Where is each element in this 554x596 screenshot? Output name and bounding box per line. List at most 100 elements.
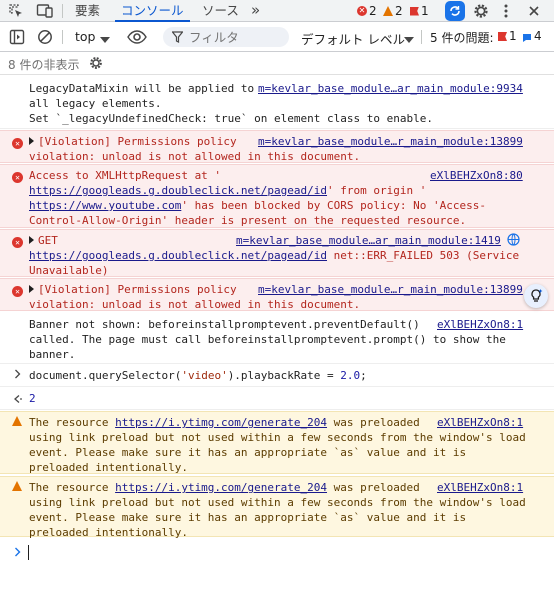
log-levels-label: デフォルト レベル (301, 32, 405, 47)
message-text: called. The page must call beforeinstall… (29, 333, 506, 346)
message-text: The resource (29, 416, 116, 429)
info-icon (522, 32, 532, 46)
context-selector[interactable]: top (75, 29, 95, 44)
message-text: all legacy elements. (29, 97, 162, 110)
error-message: ✕ [Violation] Permissions policy violati… (0, 278, 554, 311)
text-cursor (28, 545, 29, 560)
close-icon[interactable] (527, 4, 541, 21)
message-text: violation: unload is not allowed in this… (29, 298, 361, 311)
context-label: top (75, 29, 96, 44)
result-value: 2 (29, 392, 36, 405)
message-text: Set `_legacyUndefinedCheck: true` on ele… (29, 112, 433, 125)
console-toolbar: top デフォルト レベル 5 件の問題: 1 4 (0, 22, 554, 52)
error-icon: ✕ (12, 135, 23, 150)
command-number: 2.0 (340, 369, 361, 382)
filter-icon (171, 31, 184, 46)
error-icon: ✕ (12, 283, 23, 298)
tab-console[interactable]: コンソール (115, 0, 189, 22)
url-link[interactable]: https://www.youtube.com (29, 199, 181, 212)
error-count-badge[interactable]: ✕ 2 (357, 3, 377, 19)
toolbar-divider (421, 30, 422, 44)
message-text: using link preload but not used within a… (29, 431, 526, 444)
more-tabs-button[interactable]: » (251, 0, 260, 22)
error-count: 2 (369, 4, 377, 18)
warning-count: 2 (395, 4, 403, 18)
source-link[interactable]: eXlBEHZxOn8:80 (430, 168, 523, 183)
command-text: ; (360, 369, 367, 382)
devtools-tabbar: 要素 コンソール ソース » ✕ 2 2 1 (0, 0, 554, 22)
source-link[interactable]: m=kevlar_base_module…ar_main_module:9934 (258, 81, 523, 96)
network-globe-icon[interactable] (507, 233, 520, 250)
message-text: Control-Allow-Origin' header is present … (29, 214, 467, 227)
chevron-down-icon[interactable] (404, 33, 414, 47)
issues-button[interactable]: 5 件の問題: (430, 29, 494, 46)
gear-icon[interactable] (472, 2, 490, 23)
issue-flag-icon (498, 32, 507, 41)
hidden-messages-row: 8 件の非表示 (0, 52, 554, 75)
prompt-icon (14, 546, 22, 561)
url-link[interactable]: https://i.ytimg.com/generate_204 (115, 481, 327, 494)
message-text: ' from origin ' (327, 184, 427, 197)
hidden-count-label: 8 件の非表示 (8, 58, 80, 72)
message-text: violation: unload is not allowed in this… (29, 150, 361, 163)
source-link[interactable]: m=kevlar_base_module…ar_main_module:1419 (236, 233, 501, 248)
tab-sources[interactable]: ソース (202, 0, 239, 22)
issues-label: 5 件の問題: (430, 31, 494, 45)
url-link[interactable]: https://i.ytimg.com/generate_204 (115, 416, 327, 429)
warning-count-badge[interactable]: 2 (383, 3, 403, 19)
device-toggle-icon[interactable] (36, 3, 54, 22)
issues-count-badge[interactable]: 1 (410, 3, 429, 19)
source-link[interactable]: eXlBEHZxOn8:1 (437, 317, 523, 332)
expand-triangle-icon[interactable] (29, 236, 34, 244)
message-text: [Violation] Permissions policy (38, 135, 237, 148)
gear-icon[interactable] (88, 55, 104, 74)
source-link[interactable]: eXlBEHZxOn8:1 (437, 480, 523, 495)
source-link[interactable]: m=kevlar_base_module…r_main_module:13899 (258, 134, 523, 149)
url-link[interactable]: https://googleads.g.doubleclick.net/page… (29, 249, 327, 262)
issues-info-count: 4 (534, 29, 542, 43)
issues-error-count: 1 (509, 29, 517, 43)
message-text: Unavailable) (29, 264, 109, 277)
message-text: using link preload but not used within a… (29, 496, 526, 509)
expand-triangle-icon[interactable] (29, 285, 34, 293)
error-message: ✕ [Violation] Permissions policy violati… (0, 130, 554, 163)
command-entry: document.querySelector('video').playback… (0, 365, 554, 387)
message-text: event. Please make sure it has an approp… (29, 446, 467, 459)
result-entry: 2 (0, 388, 554, 410)
expand-triangle-icon[interactable] (29, 137, 34, 145)
console-prompt[interactable] (0, 542, 554, 564)
warning-message: The resource https://i.ytimg.com/generat… (0, 411, 554, 474)
url-link[interactable]: https://googleads.g.doubleclick.net/page… (29, 184, 327, 197)
source-link[interactable]: m=kevlar_base_module…r_main_module:13899 (258, 282, 523, 297)
inspect-icon[interactable] (8, 3, 24, 22)
message-text: ' has been blocked by CORS policy: No 'A… (181, 199, 486, 212)
kebab-menu-icon[interactable] (502, 3, 510, 22)
message-text: preloaded intentionally. (29, 526, 188, 539)
message-text: was preloaded (327, 481, 420, 494)
eye-icon[interactable] (127, 30, 147, 47)
warning-icon (12, 415, 22, 430)
error-icon: ✕ (12, 169, 23, 184)
message-text: GET (38, 234, 58, 247)
chevron-down-icon[interactable] (100, 33, 110, 47)
message-text: [Violation] Permissions policy (38, 283, 237, 296)
source-link[interactable]: eXlBEHZxOn8:1 (437, 415, 523, 430)
warning-icon (12, 480, 22, 495)
result-icon (13, 393, 23, 408)
clear-console-icon[interactable] (37, 29, 53, 48)
ai-lightbulb-icon[interactable] (524, 284, 548, 308)
log-message: Banner not shown: beforeinstallprompteve… (0, 312, 554, 364)
sidebar-toggle-icon[interactable] (9, 29, 25, 48)
tab-divider (62, 4, 63, 18)
log-levels-dropdown[interactable]: デフォルト レベル (301, 29, 405, 48)
log-message: LegacyDataMixin will be applied to all l… (0, 76, 554, 129)
tab-elements[interactable]: 要素 (75, 0, 100, 22)
error-message: ✕ GET https://googleads.g.doubleclick.ne… (0, 229, 554, 277)
message-text: preloaded intentionally. (29, 461, 188, 474)
sync-icon[interactable] (445, 1, 465, 24)
prompt-icon (14, 368, 22, 383)
message-text: Access to XMLHttpRequest at ' (29, 169, 222, 182)
message-text: event. Please make sure it has an approp… (29, 511, 467, 524)
filter-input[interactable] (189, 27, 284, 47)
message-text: was preloaded (327, 416, 420, 429)
